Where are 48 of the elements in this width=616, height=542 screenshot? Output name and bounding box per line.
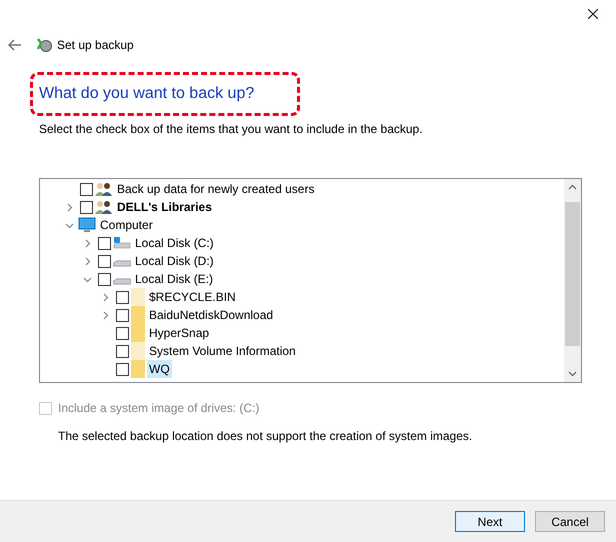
tree-item-label[interactable]: Back up data for newly created users <box>115 180 316 198</box>
tree-item-label[interactable]: HyperSnap <box>147 324 212 342</box>
drive-icon <box>113 260 131 267</box>
instruction-text: Select the check box of the items that you want to include in the backup. <box>39 121 424 138</box>
cancel-button[interactable]: Cancel <box>535 511 605 532</box>
backup-icon <box>36 37 52 53</box>
checkbox[interactable] <box>98 236 111 250</box>
tree-item-label[interactable]: Computer <box>98 216 155 234</box>
checkbox[interactable] <box>116 326 129 340</box>
tree-item-label[interactable]: BaiduNetdiskDownload <box>147 306 276 324</box>
users-icon <box>95 182 113 196</box>
scrollbar[interactable] <box>564 179 581 382</box>
checkbox[interactable] <box>98 272 111 286</box>
next-button[interactable]: Next <box>455 511 525 532</box>
expand-chevron-icon[interactable] <box>64 202 74 212</box>
checkbox[interactable] <box>80 200 93 214</box>
scroll-up-icon[interactable] <box>568 184 577 190</box>
expand-chevron-icon[interactable] <box>100 310 110 320</box>
tree-item-label[interactable]: WQ <box>147 360 172 378</box>
scrollbar-thumb[interactable] <box>565 202 580 346</box>
close-icon <box>588 9 598 19</box>
tree-item-label[interactable]: DELL's Libraries <box>115 198 214 216</box>
checkbox[interactable] <box>116 362 129 376</box>
page-heading: What do you want to back up? <box>39 84 254 104</box>
checkbox[interactable] <box>80 182 93 196</box>
expand-chevron-icon[interactable] <box>82 238 92 248</box>
scroll-down-icon[interactable] <box>568 371 577 377</box>
back-arrow-icon[interactable] <box>8 39 22 51</box>
expand-chevron-icon[interactable] <box>82 256 92 266</box>
tree-item-label[interactable]: Local Disk (C:) <box>133 234 216 252</box>
system-image-label: Include a system image of drives: (C:) <box>58 400 260 417</box>
expand-chevron-icon[interactable] <box>100 292 110 302</box>
tree-item-label[interactable]: System Volume Information <box>147 342 298 360</box>
note-text: The selected backup location does not support the creation of system images. <box>58 428 474 445</box>
collapse-chevron-icon[interactable] <box>82 274 92 284</box>
users-icon <box>95 200 113 214</box>
checkbox[interactable] <box>116 308 129 322</box>
drive-icon <box>113 278 131 285</box>
tree-item-label[interactable]: Local Disk (D:) <box>133 252 216 270</box>
checkbox[interactable] <box>98 254 111 268</box>
checkbox[interactable] <box>116 290 129 304</box>
window-title: Set up backup <box>57 37 134 54</box>
tree-item-label[interactable]: Local Disk (E:) <box>133 270 216 288</box>
checkbox[interactable] <box>116 344 129 358</box>
system-drive-icon <box>113 236 131 250</box>
tree-item-label[interactable]: $RECYCLE.BIN <box>147 288 238 306</box>
computer-icon <box>78 217 96 233</box>
collapse-chevron-icon[interactable] <box>64 220 74 230</box>
